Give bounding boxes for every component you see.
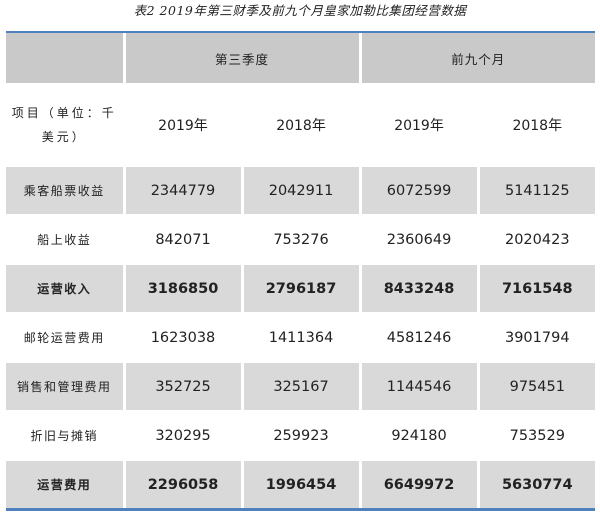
- row-label: 船上收益: [6, 215, 126, 265]
- subtotal-row-revenue: 运营收入 3186850 2796187 8433248 7161548: [6, 264, 596, 314]
- period-q3-header: 第三季度: [124, 33, 362, 85]
- period-9m-header: 前九个月: [360, 33, 596, 85]
- row-label: 运营费用: [6, 460, 126, 511]
- value-cell: 753529: [478, 411, 596, 461]
- table-row: 邮轮运营费用 1623038 1411364 4581246 3901794: [6, 313, 596, 363]
- value-cell: 259923: [242, 411, 362, 461]
- value-cell: 842071: [124, 215, 244, 265]
- value-cell: 4581246: [360, 313, 480, 363]
- value-cell: 2042911: [242, 166, 362, 216]
- operating-data-table: 第三季度 前九个月 项目（单位：千美元） 2019年 2018年 2019年 2…: [6, 33, 596, 511]
- table-caption: 表2 2019年第三财季及前九个月皇家加勒比集团经营数据: [133, 3, 467, 18]
- row-label: 销售和管理费用: [6, 362, 126, 412]
- value-cell: 6649972: [360, 460, 480, 511]
- value-cell: 320295: [124, 411, 244, 461]
- value-cell: 6072599: [360, 166, 480, 216]
- value-cell: 924180: [360, 411, 480, 461]
- unit-label: 项目（单位：千美元）: [6, 84, 126, 167]
- value-cell: 1996454: [242, 460, 362, 511]
- value-cell: 352725: [124, 362, 244, 412]
- row-label: 乘客船票收益: [6, 166, 126, 216]
- value-cell: 2020423: [478, 215, 596, 265]
- value-cell: 5141125: [478, 166, 596, 216]
- value-cell: 2360649: [360, 215, 480, 265]
- value-cell: 1623038: [124, 313, 244, 363]
- value-cell: 975451: [478, 362, 596, 412]
- period-header-row: 第三季度 前九个月: [6, 33, 596, 85]
- year-header-cell: 2018年: [478, 84, 596, 167]
- value-cell: 1411364: [242, 313, 362, 363]
- value-cell: 1144546: [360, 362, 480, 412]
- subtotal-row-expenses: 运营费用 2296058 1996454 6649972 5630774: [6, 460, 596, 511]
- empty-corner-cell: [6, 33, 126, 85]
- value-cell: 3901794: [478, 313, 596, 363]
- row-label: 折旧与摊销: [6, 411, 126, 461]
- value-cell: 7161548: [478, 264, 596, 314]
- value-cell: 325167: [242, 362, 362, 412]
- row-label: 邮轮运营费用: [6, 313, 126, 363]
- year-header-row: 项目（单位：千美元） 2019年 2018年 2019年 2018年: [6, 84, 596, 167]
- value-cell: 5630774: [478, 460, 596, 511]
- row-label: 运营收入: [6, 264, 126, 314]
- year-header-cell: 2018年: [242, 84, 362, 167]
- value-cell: 3186850: [124, 264, 244, 314]
- table-row: 销售和管理费用 352725 325167 1144546 975451: [6, 362, 596, 412]
- year-header-cell: 2019年: [124, 84, 244, 167]
- value-cell: 2344779: [124, 166, 244, 216]
- table-row: 船上收益 842071 753276 2360649 2020423: [6, 215, 596, 265]
- table-row: 乘客船票收益 2344779 2042911 6072599 5141125: [6, 166, 596, 216]
- value-cell: 753276: [242, 215, 362, 265]
- table-row: 折旧与摊销 320295 259923 924180 753529: [6, 411, 596, 461]
- year-header-cell: 2019年: [360, 84, 480, 167]
- value-cell: 8433248: [360, 264, 480, 314]
- value-cell: 2796187: [242, 264, 362, 314]
- value-cell: 2296058: [124, 460, 244, 511]
